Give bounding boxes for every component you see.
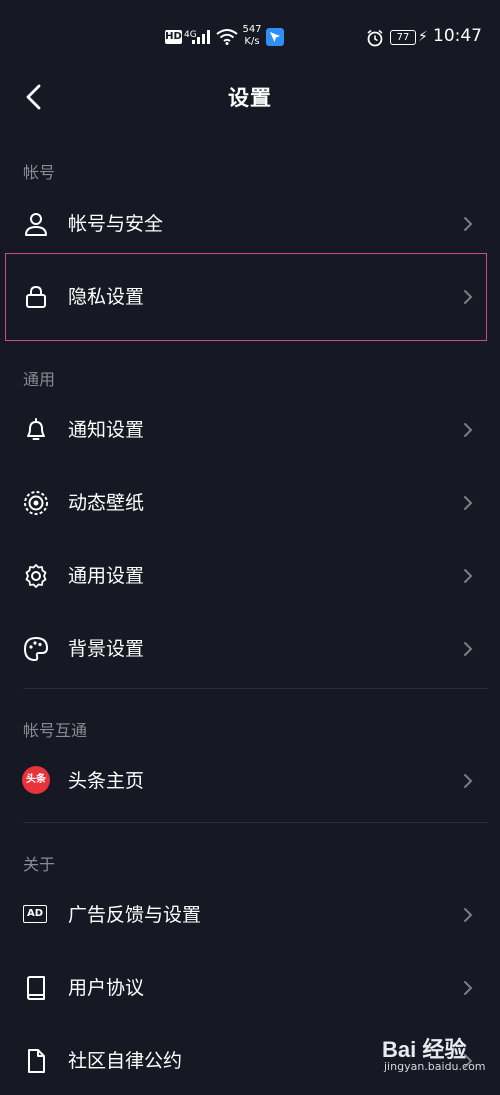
section-header-linked-accounts: 帐号互通 — [23, 721, 88, 740]
row-label: 广告反馈与设置 — [68, 904, 202, 926]
row-label: 背景设置 — [68, 638, 145, 660]
chevron-right-icon — [464, 423, 473, 437]
net-speed: 547 K/s — [241, 24, 263, 47]
chevron-right-icon — [464, 774, 473, 788]
row-user-agreement[interactable]: 用户协议 — [0, 952, 500, 1022]
book-icon — [27, 976, 45, 1000]
chevron-right-icon — [464, 290, 473, 304]
divider — [23, 822, 488, 823]
wifi-icon — [216, 29, 238, 45]
user-icon — [25, 213, 47, 236]
hd-badge: HD — [165, 30, 182, 44]
row-label: 通用设置 — [68, 565, 145, 587]
clock: 10:47 — [433, 26, 482, 46]
row-label: 通知设置 — [68, 419, 145, 441]
row-label: 社区自律公约 — [68, 1050, 183, 1072]
row-label: 用户协议 — [68, 977, 145, 999]
document-icon — [28, 1049, 45, 1073]
chevron-right-icon — [464, 217, 473, 231]
row-general-settings[interactable]: 通用设置 — [0, 540, 500, 610]
row-background-settings[interactable]: 背景设置 — [0, 613, 500, 683]
page-title: 设置 — [228, 86, 272, 110]
row-label: 动态壁纸 — [68, 492, 145, 514]
chevron-right-icon — [464, 569, 473, 583]
baidu-jingyan-watermark: Bai 经验 jingyan.baidu.com — [382, 1030, 497, 1082]
chevron-right-icon — [464, 908, 473, 922]
live-wallpaper-icon — [24, 491, 48, 515]
toutiao-logo-icon: 头条 — [22, 766, 50, 794]
row-ad-feedback-settings[interactable]: AD 广告反馈与设置 — [0, 879, 500, 949]
signal-icon — [192, 30, 210, 44]
status-bar: HD 4G 547 K/s 77 ⚡ 10:47 — [0, 0, 500, 72]
lock-icon — [26, 285, 46, 308]
watermark-url: jingyan.baidu.com — [384, 1060, 486, 1073]
row-label: 头条主页 — [68, 770, 145, 792]
nav-header: 设置 — [0, 72, 500, 122]
app-notification-icon — [266, 28, 284, 46]
bell-icon — [27, 418, 45, 440]
alarm-icon — [367, 29, 383, 47]
section-header-about: 关于 — [23, 855, 56, 874]
row-toutiao-homepage[interactable]: 头条 头条主页 — [0, 745, 500, 815]
row-privacy-settings[interactable]: 隐私设置 — [0, 261, 500, 331]
gear-icon — [25, 564, 47, 588]
row-notification-settings[interactable]: 通知设置 — [0, 394, 500, 464]
ad-icon: AD — [23, 905, 47, 923]
row-label: 隐私设置 — [68, 286, 145, 308]
divider — [23, 688, 488, 689]
section-header-account: 帐号 — [23, 163, 56, 182]
section-header-general: 通用 — [23, 370, 56, 389]
palette-icon — [24, 637, 48, 661]
chevron-right-icon — [464, 981, 473, 995]
chevron-right-icon — [464, 496, 473, 510]
net-speed-unit: K/s — [244, 36, 260, 47]
row-account-security[interactable]: 帐号与安全 — [0, 188, 500, 258]
battery-indicator: 77 — [390, 30, 416, 45]
chevron-right-icon — [464, 642, 473, 656]
row-label: 帐号与安全 — [68, 213, 164, 235]
charging-icon: ⚡ — [418, 29, 428, 45]
net-speed-value: 547 — [242, 24, 262, 35]
row-live-wallpaper[interactable]: 动态壁纸 — [0, 467, 500, 537]
